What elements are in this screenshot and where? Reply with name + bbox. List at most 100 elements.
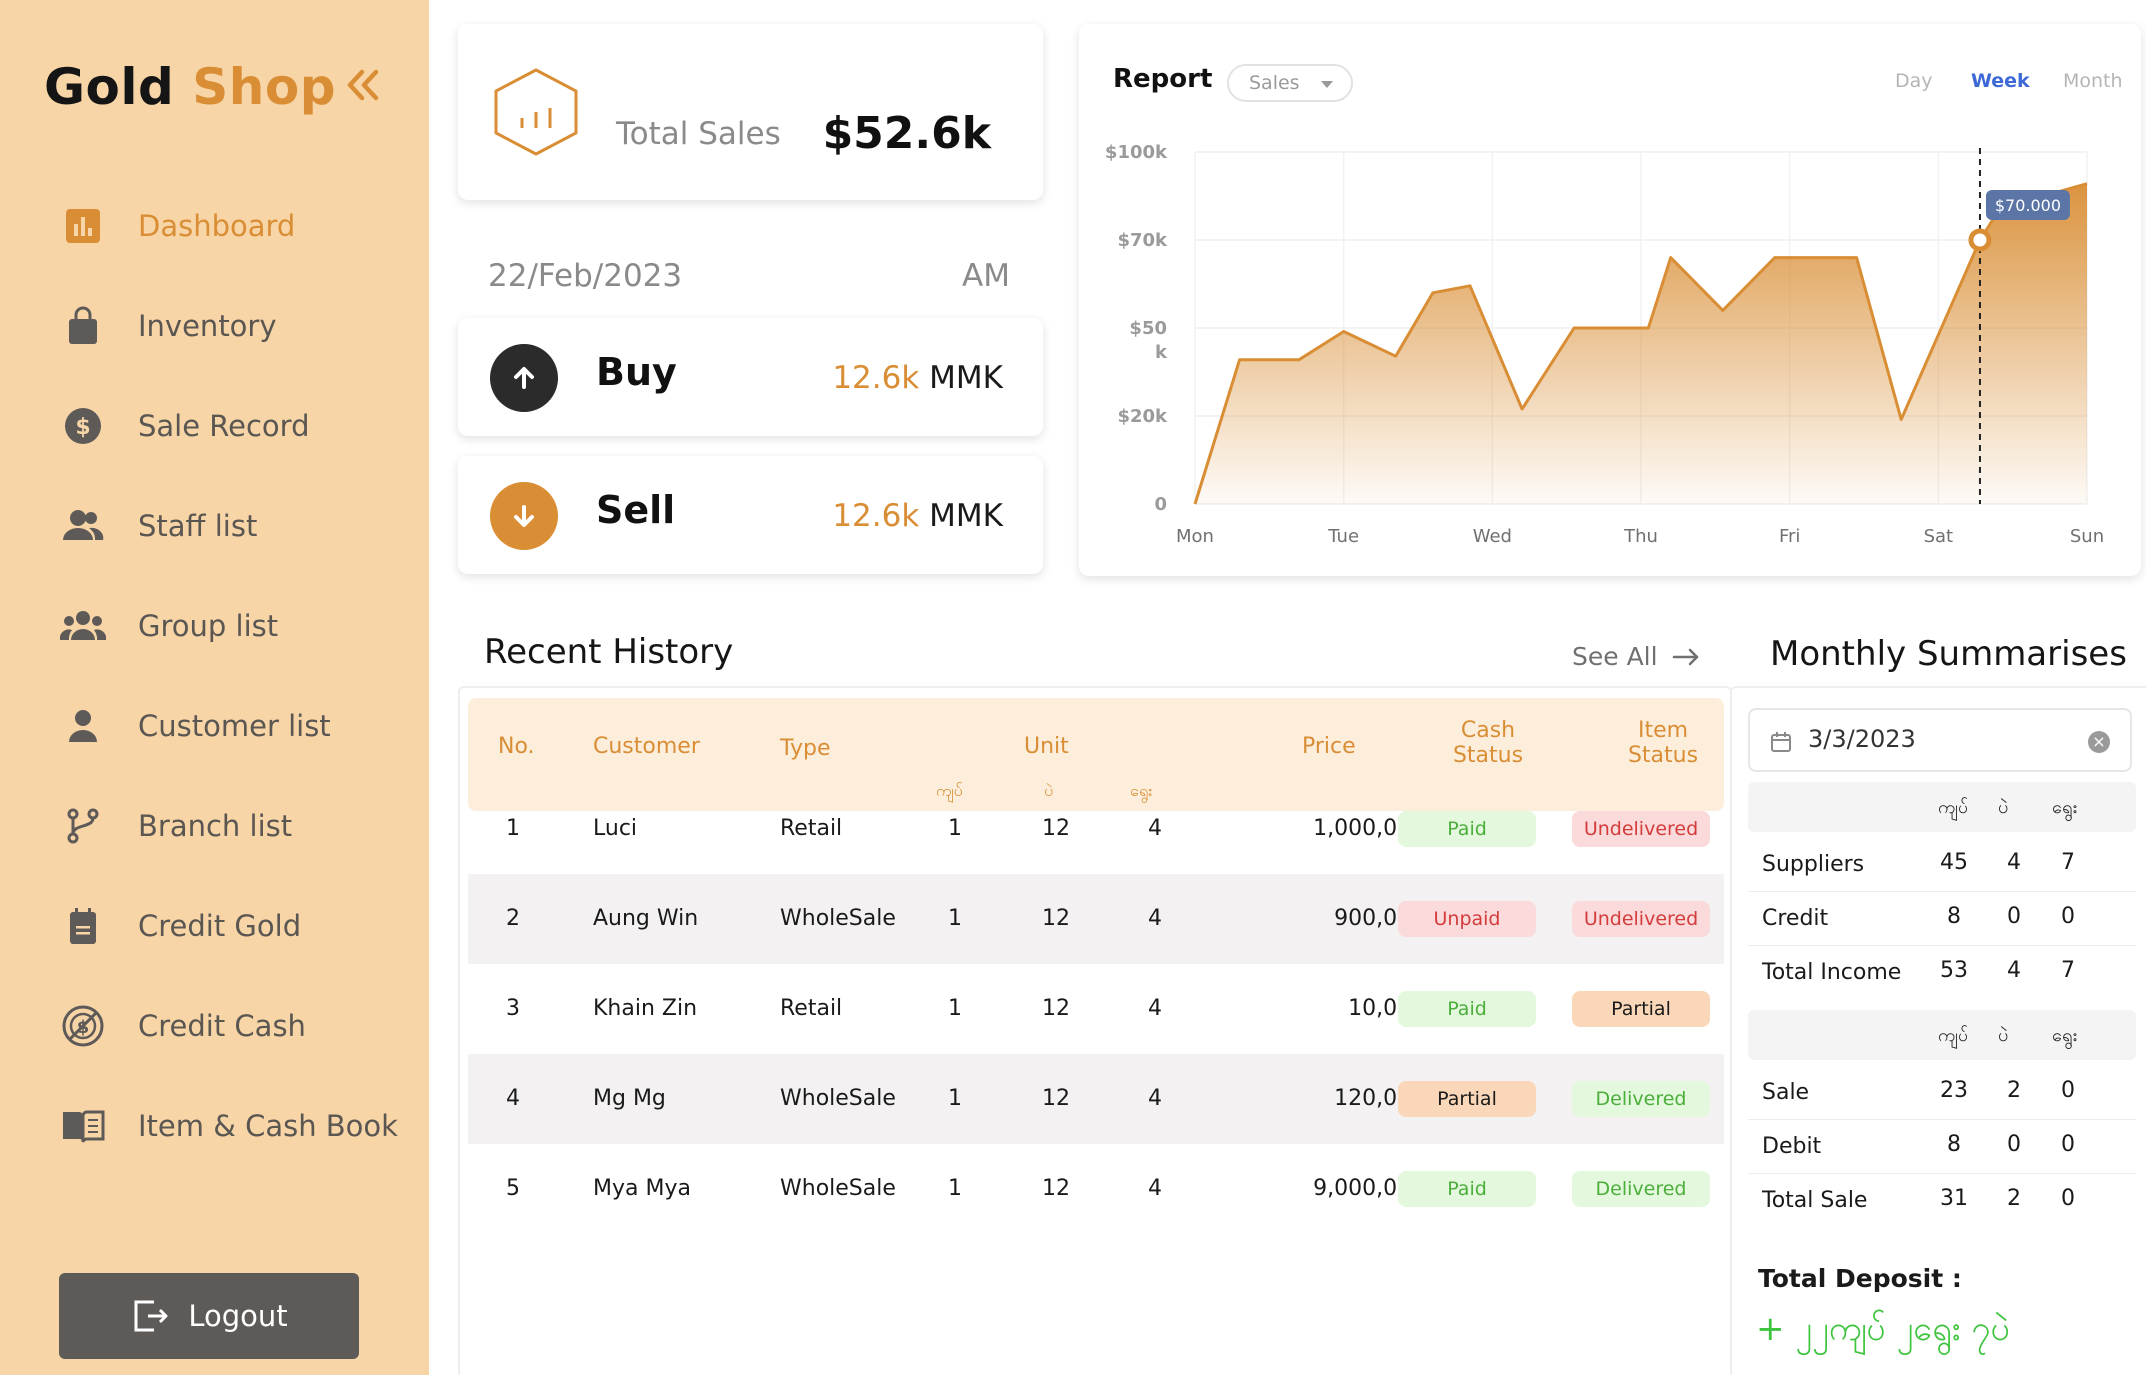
total-sales-value: $52.6k — [822, 108, 991, 159]
y-tick-label: $70k — [1117, 230, 1168, 251]
sidebar-item-credit-gold[interactable]: Credit Gold — [60, 896, 301, 956]
total-sales-label: Total Sales — [616, 116, 781, 152]
header-item-status: Item Status — [1613, 718, 1713, 768]
sidebar-item-dashboard[interactable]: Dashboard — [60, 196, 295, 256]
cash-status-badge: Paid — [1398, 991, 1536, 1027]
x-tick-label: Mon — [1176, 526, 1214, 547]
item-status-badge: Partial — [1572, 991, 1710, 1027]
sidebar-item-label: Customer list — [138, 709, 331, 743]
summary-row-value: 0 — [2061, 1078, 2075, 1103]
header-cash-status-line-1: Cash — [1460, 718, 1516, 743]
sidebar-item-label: Staff list — [138, 509, 258, 543]
report-type-select[interactable]: Sales — [1227, 64, 1353, 102]
highlight-point — [1968, 228, 1992, 252]
logout-button[interactable]: Logout — [59, 1273, 359, 1359]
table-row[interactable]: 3Khain ZinRetail112410,000 KsPaidPartial — [468, 964, 1724, 1054]
total-deposit-label: Total Deposit : — [1758, 1264, 1962, 1293]
current-date: 22/Feb/2023 — [488, 258, 683, 294]
am-pm-indicator: AM — [962, 258, 1010, 294]
summary-row-label: Total Sale — [1762, 1188, 1868, 1213]
summary-row-label: Total Income — [1762, 960, 1902, 985]
item-status-badge: Undelivered — [1572, 901, 1710, 937]
header-unit: Unit — [1024, 734, 1069, 759]
row-no: 2 — [506, 906, 520, 931]
period-week-tab[interactable]: Week — [1971, 70, 2030, 92]
summary-row-value: 2 — [2007, 1078, 2021, 1103]
summary-col-header: ကျပ် — [1938, 1025, 1969, 1046]
brand-part-1: Gold — [44, 58, 175, 116]
buy-title: Buy — [596, 350, 677, 394]
item-status-badge: Delivered — [1572, 1081, 1710, 1117]
brand-logo: Gold Shop — [44, 58, 336, 116]
buy-amount-number: 12.6k — [832, 360, 920, 396]
summary-row-value: 53 — [1940, 958, 1968, 983]
summary-header: ကျပ် ပဲ ရွေး — [1748, 782, 2136, 832]
summary-row: Credit 8 0 0 — [1748, 892, 2136, 946]
y-tick-label: 0 — [1154, 494, 1167, 515]
sidebar-item-group-list[interactable]: Group list — [60, 596, 278, 656]
sell-amount: 12.6k MMK — [832, 498, 1003, 534]
row-no: 4 — [506, 1086, 520, 1111]
buy-amount: 12.6k MMK — [832, 360, 1003, 396]
see-all-link[interactable]: See All — [1572, 642, 1700, 671]
sidebar-item-staff-list[interactable]: Staff list — [60, 496, 257, 556]
sidebar-item-label: Credit Cash — [138, 1009, 306, 1043]
table-row[interactable]: 1 Luci Retail 1 12 4 1,000,000 Ks Paid Undeliver… — [468, 784, 1724, 874]
sidebar-item-sale-record[interactable]: $ Sale Record — [60, 396, 310, 456]
row-no: 1 — [506, 816, 520, 841]
summary-row-value: 0 — [2007, 904, 2021, 929]
sidebar-item-inventory[interactable]: Inventory — [60, 296, 277, 356]
collapse-sidebar-icon[interactable] — [340, 62, 386, 108]
summary-col-header: ရွေး — [2052, 1025, 2078, 1046]
row-customer: Luci — [593, 816, 638, 841]
row-type: WholeSale — [780, 906, 896, 931]
header-no: No. — [498, 734, 535, 759]
sidebar-item-branch-list[interactable]: Branch list — [60, 796, 292, 856]
sidebar-item-customer-list[interactable]: Customer list — [60, 696, 331, 756]
summary-row-label: Credit — [1762, 906, 1829, 931]
group-icon — [60, 603, 106, 649]
credit-cash-icon: $ — [60, 1003, 106, 1049]
header-customer: Customer — [593, 734, 700, 759]
report-card: $100k $70k $50 k $20k 0 Mon Tue Wed Thu Fri Sat Sun $… — [1079, 24, 2141, 576]
summary-row-value: 4 — [2007, 958, 2021, 983]
total-sales-card: Total Sales $52.6k — [458, 24, 1043, 200]
clear-date-icon[interactable]: × — [2088, 731, 2110, 753]
month-date-picker[interactable]: 3/3/2023 × — [1748, 708, 2132, 772]
table-row[interactable]: 2 Aung Win WholeSale 1 12 4 900,000 Ks Unpaid Un… — [468, 874, 1724, 964]
row-type: WholeSale — [780, 1176, 896, 1201]
row-no: 3 — [506, 996, 520, 1021]
summary-col-header: ပဲ — [1998, 1025, 2009, 1046]
header-type: Type — [780, 736, 831, 761]
summary-row-value: 8 — [1947, 1132, 1961, 1157]
summary-row-label: Suppliers — [1762, 852, 1865, 877]
x-tick-label: Sat — [1924, 526, 1954, 547]
summary-row-value: 0 — [2061, 1132, 2075, 1157]
sell-card[interactable]: Sell 12.6k MMK — [458, 456, 1043, 574]
row-unit-pe: 12 — [1042, 906, 1070, 931]
row-unit-pe: 12 — [1042, 1086, 1070, 1111]
row-customer: Mya Mya — [593, 1176, 691, 1201]
sidebar-item-credit-cash[interactable]: $ Credit Cash — [60, 996, 306, 1056]
item-status-badge: Delivered — [1572, 1171, 1710, 1207]
period-day-tab[interactable]: Day — [1895, 70, 1933, 92]
header-item-status-line-2: Status — [1627, 743, 1699, 768]
table-row[interactable]: 4 Mg Mg WholeSale 1 12 4 120,000 Ks Partial Deli… — [468, 1054, 1724, 1144]
dropdown-caret-icon — [1321, 81, 1333, 88]
table-row[interactable]: 5 Mya Mya WholeSale 1 12 4 9,000,000 Ks Paid Del… — [468, 1144, 1724, 1234]
row-type: Retail — [780, 996, 843, 1021]
buy-card[interactable]: Buy 12.6k MMK — [458, 318, 1043, 436]
x-tick-label: Thu — [1623, 526, 1658, 547]
sidebar-item-item-cash-book[interactable]: Item & Cash Book — [60, 1096, 398, 1156]
row-unit-ywe: 4 — [1148, 1086, 1162, 1111]
arrow-up-icon — [490, 344, 558, 412]
summary-header: ကျပ် ပဲ ရွေး — [1748, 1010, 2136, 1060]
monthly-summaries-title: Monthly Summarises — [1770, 634, 2127, 674]
period-month-tab[interactable]: Month — [2063, 70, 2123, 92]
buy-currency: MMK — [929, 360, 1003, 396]
report-select-value: Sales — [1249, 72, 1300, 94]
shopping-bag-icon — [60, 303, 106, 349]
summary-row: Suppliers 45 4 7 — [1748, 838, 2136, 892]
sidebar-item-label: Sale Record — [138, 409, 310, 443]
row-unit-pe: 12 — [1042, 816, 1070, 841]
